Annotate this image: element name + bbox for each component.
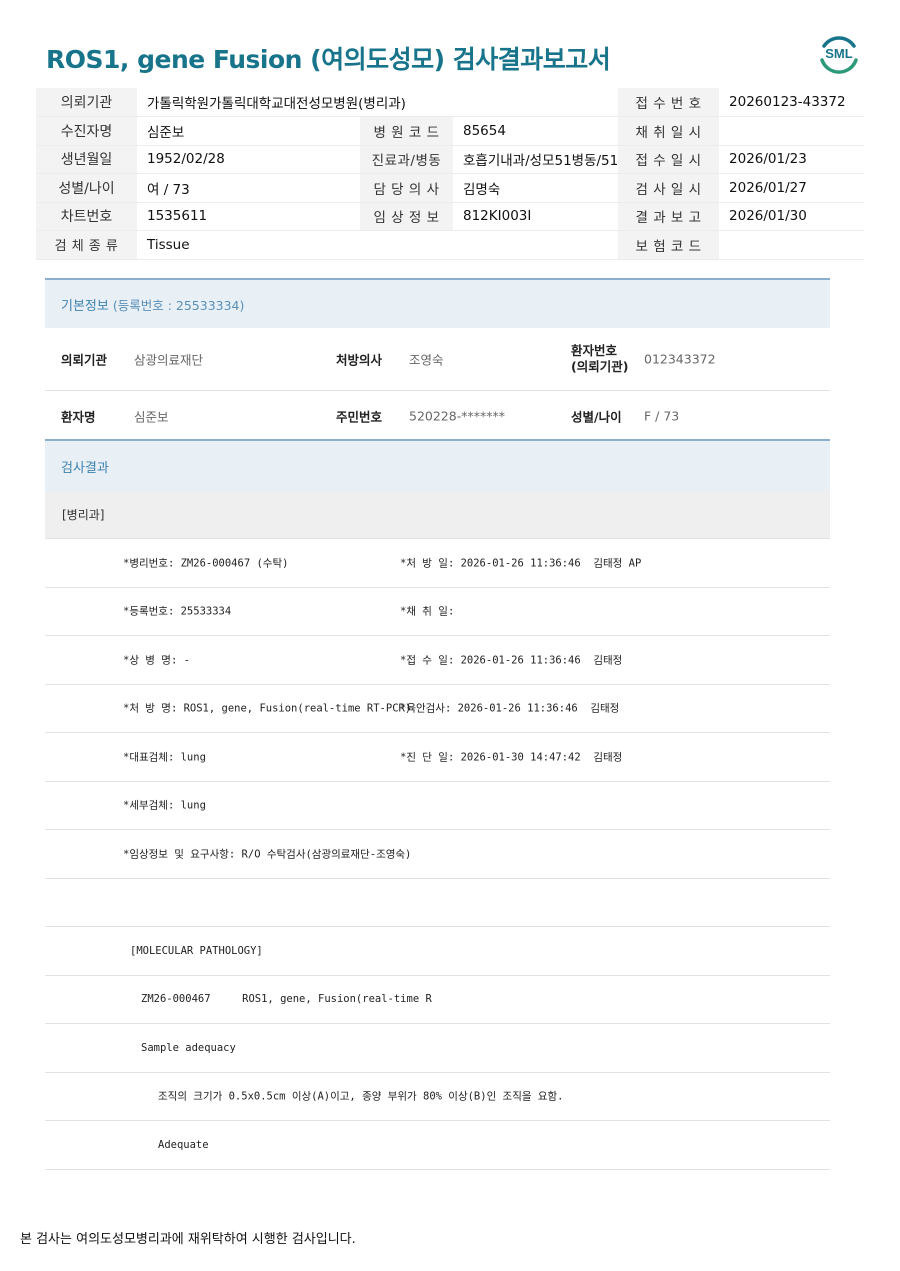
sml-logo-icon: SML (820, 36, 858, 74)
header-label: 접 수 번 호 (618, 88, 720, 117)
header-value: 812KI003I (453, 202, 619, 231)
basic-info-row: 환자명 심준보 주민번호 520228-******* 성별/나이 F / 73 (45, 391, 830, 441)
header-label: 차트번호 (36, 202, 137, 231)
header-row: 생년월일1952/02/28진료과/병동호흡기내과/성모51병동/5113접 수… (36, 145, 865, 174)
header-label: 검 사 일 시 (618, 173, 720, 203)
department-label: [병리과] (45, 491, 830, 539)
result-right: *처 방 일: 2026-01-26 11:36:46 김태정 AP (400, 557, 642, 570)
header-value: 호흡기내과/성모51병동/5113 (453, 145, 619, 174)
header-label: 결 과 보 고 (618, 202, 720, 231)
result-right: *접 수 일: 2026-01-26 11:36:46 김태정 (400, 654, 623, 667)
registration-number: (등록번호 : 25533334) (112, 297, 245, 313)
result-row: *등록번호: 25533334 *채 취 일: (45, 588, 830, 636)
info-value: 삼광의료재단 (134, 352, 204, 368)
info-value: 조영숙 (409, 352, 444, 368)
results-title: 검사결과 (61, 460, 109, 476)
header-value: 1535611 (137, 202, 360, 231)
footer-note: 본 검사는 여의도성모병리과에 재위탁하여 시행한 검사입니다. (20, 1232, 356, 1247)
basic-info-title: 기본정보 (61, 298, 109, 314)
header-label: 검 체 종 류 (36, 230, 137, 260)
criteria-text: 조직의 크기가 0.5x0.5cm 이상(A)이고, 종양 부위가 80% 이상… (158, 1090, 564, 1103)
result-row: *병리번호: ZM26-000467 (수탁) *처 방 일: 2026-01-2… (45, 539, 830, 588)
info-label: 성별/나이 (571, 409, 622, 425)
header-label: 임 상 정 보 (360, 202, 453, 231)
sample-adequacy-row: Sample adequacy (45, 1024, 830, 1073)
result-row: *대표검체: lung *진 단 일: 2026-01-30 14:47:42 김… (45, 733, 830, 782)
header-value: 2026/01/30 (719, 202, 865, 231)
adequacy-result: Adequate (158, 1138, 209, 1151)
header-value: 가톨릭학원가톨릭대학교대전성모병원(병리과) (137, 88, 619, 117)
result-right: *육안검사: 2026-01-26 11:36:46 김태정 (400, 702, 620, 715)
svg-text:SML: SML (825, 46, 853, 61)
info-label: 처방의사 (336, 352, 383, 368)
header-value: 여 / 73 (137, 173, 360, 203)
basic-info-row: 의뢰기관 삼광의료재단 처방의사 조영숙 환자번호 (의뢰기관) 0123433… (45, 328, 830, 391)
result-left: *임상정보 및 요구사항: R/O 수탁검사(삼광의료재단-조영숙) (123, 848, 412, 861)
info-label: 환자명 (61, 409, 96, 425)
basic-info-section: 기본정보 (등록번호 : 25533334) 의뢰기관 삼광의료재단 처방의사 … (45, 278, 830, 441)
header-value (719, 116, 865, 146)
result-left: *대표검체: lung (123, 751, 206, 764)
header-value: Tissue (137, 230, 360, 260)
adequacy-result-row: Adequate (45, 1121, 830, 1170)
basic-info-heading: 기본정보 (등록번호 : 25533334) (45, 278, 830, 328)
header-value: 심준보 (137, 116, 360, 146)
header-row: 성별/나이 여 / 73 담 당 의 사 김명숙 검 사 일 시 2026/01/27 (36, 173, 865, 203)
header-value: 85654 (453, 116, 619, 146)
result-row: *상 병 명: - *접 수 일: 2026-01-26 11:36:46 김태정 (45, 636, 830, 685)
header-label (360, 230, 619, 260)
header-value: 20260123-43372 (719, 88, 865, 117)
header-value: 2026/01/27 (719, 173, 865, 203)
result-left: *세부검체: lung (123, 799, 206, 812)
header-row: 의뢰기관 가톨릭학원가톨릭대학교대전성모병원(병리과) 접 수 번 호 2026012… (36, 88, 865, 117)
blank-row (45, 879, 830, 927)
result-right: *채 취 일: (400, 605, 455, 618)
result-right: *진 단 일: 2026-01-30 14:47:42 김태정 (400, 751, 623, 764)
report-title: ROS1, gene Fusion (여의도성모) 검사결과보고서 (46, 45, 611, 74)
info-value: 012343372 (644, 351, 716, 367)
info-value: 심준보 (134, 409, 169, 425)
sample-adequacy-label: Sample adequacy (141, 1041, 236, 1054)
info-label: 주민번호 (336, 409, 383, 425)
header-value: 김명숙 (453, 173, 619, 203)
header-label: 수진자명 (36, 116, 137, 146)
result-row: *임상정보 및 요구사항: R/O 수탁검사(삼광의료재단-조영숙) (45, 830, 830, 879)
result-row: *세부검체: lung (45, 782, 830, 830)
info-label: 의뢰기관 (61, 352, 108, 368)
result-row: *처 방 명: ROS1, gene, Fusion(real-time RT-… (45, 685, 830, 733)
info-value: 520228-******* (409, 408, 505, 424)
header-row: 검 체 종 류 Tissue 보 험 코 드 (36, 230, 865, 260)
result-left: *등록번호: 25533334 (123, 605, 232, 618)
result-left: *병리번호: ZM26-000467 (수탁) (123, 557, 289, 570)
molecular-header-row: [MOLECULAR PATHOLOGY] (45, 927, 830, 976)
header-row: 수진자명 심준보 병 원 코 드 85654 채 취 일 시 (36, 116, 865, 146)
info-label: 환자번호 (의뢰기관) (571, 343, 629, 374)
header-label: 담 당 의 사 (360, 173, 453, 203)
header-label: 보 험 코 드 (618, 230, 720, 260)
results-section: 검사결과 [병리과] *병리번호: ZM26-000467 (수탁) *처 방 일… (45, 439, 830, 1170)
header-label: 진료과/병동 (360, 145, 453, 174)
case-row: ZM26-000467 ROS1, gene, Fusion(real-time… (45, 976, 830, 1024)
header-label: 접 수 일 시 (618, 145, 720, 174)
header-value: 2026/01/23 (719, 145, 865, 174)
result-left: *처 방 명: ROS1, gene, Fusion(real-time RT-… (123, 702, 412, 715)
header-label: 생년월일 (36, 145, 137, 174)
header-label: 의뢰기관 (36, 88, 137, 117)
molecular-header: [MOLECULAR PATHOLOGY] (130, 944, 263, 957)
case-line: ZM26-000467 ROS1, gene, Fusion(real-time… (141, 993, 432, 1006)
header-value: 1952/02/28 (137, 145, 360, 174)
results-heading: 검사결과 (45, 439, 830, 491)
header-row: 차트번호 1535611 임 상 정 보 812KI003I 결 과 보 고 2026/0… (36, 202, 865, 231)
patient-header-table: 의뢰기관 가톨릭학원가톨릭대학교대전성모병원(병리과) 접 수 번 호 2026012… (36, 88, 865, 260)
info-value: F / 73 (644, 408, 680, 424)
criteria-row: 조직의 크기가 0.5x0.5cm 이상(A)이고, 종양 부위가 80% 이상… (45, 1073, 830, 1121)
header-label: 성별/나이 (36, 173, 137, 203)
result-left: *상 병 명: - (123, 654, 190, 667)
header-label: 채 취 일 시 (618, 116, 720, 146)
header-value (719, 230, 865, 260)
header-label: 병 원 코 드 (360, 116, 453, 146)
